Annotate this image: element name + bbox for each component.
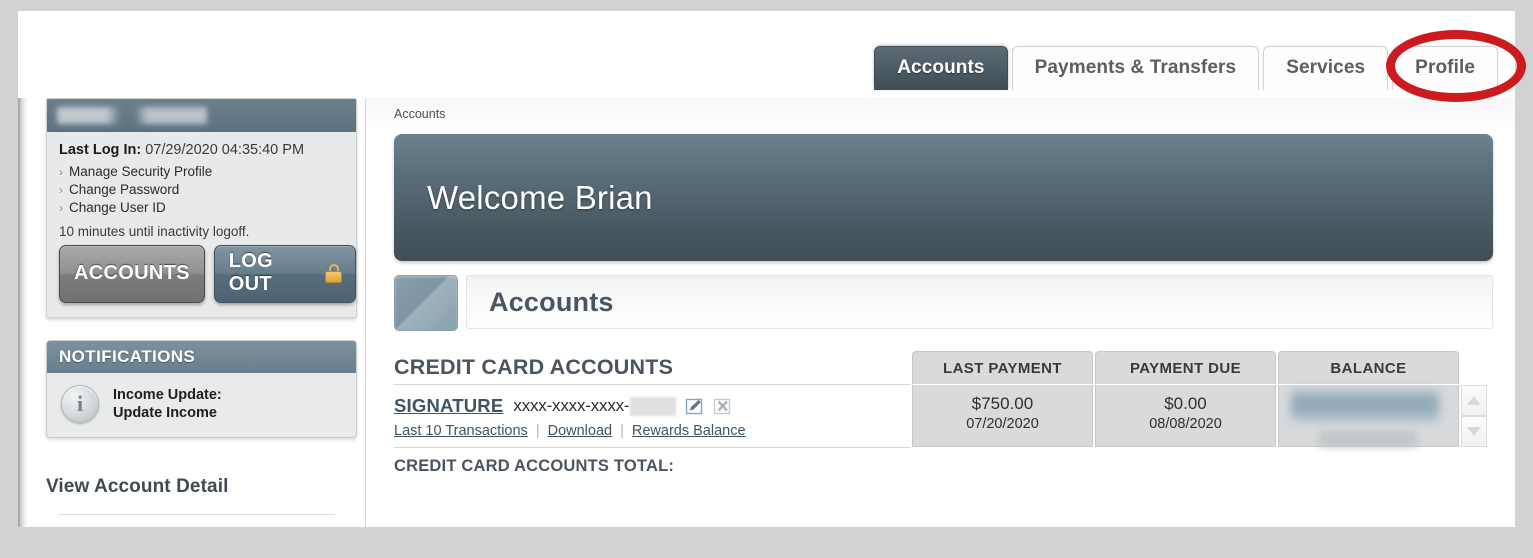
tab-accounts[interactable]: Accounts [874,46,1008,90]
bank-logo-redacted [57,107,207,124]
profile-banner [47,99,356,132]
section-label-credit-card-accounts: CREDIT CARD ACCOUNTS [394,355,674,379]
delete-icon[interactable] [713,397,732,416]
column-header-payment-due: PAYMENT DUE [1095,351,1276,384]
link-download[interactable]: Download [548,423,613,439]
security-links: › Manage Security Profile › Change Passw… [47,161,356,217]
session-button-row: ACCOUNTS LOG OUT [47,245,356,307]
page-title-container: Accounts [466,275,1493,329]
column-header-balance: BALANCE [1278,351,1459,384]
sidebar-link-manage-security-profile[interactable]: › Manage Security Profile [59,163,356,181]
account-name-link[interactable]: SIGNATURE [394,395,503,417]
tab-profile-label: Profile [1415,57,1475,78]
sidebar-link-change-user-id[interactable]: › Change User ID [59,199,356,217]
page-content: Last Log In: 07/29/2020 04:35:40 PM › Ma… [18,98,1515,527]
account-identity-line: SIGNATURE xxxx-xxxx-xxxx- [394,395,910,417]
sidebar-link-label: Change User ID [69,200,166,215]
edit-icon[interactable] [685,397,704,416]
account-action-links: Last 10 Transactions | Download | Reward… [394,423,910,439]
accounts-section-icon [394,275,458,331]
notification-item[interactable]: i Income Update: Update Income [47,373,356,437]
cell-last-payment: $750.00 07/20/2020 [912,385,1093,447]
breadcrumb[interactable]: Accounts [394,107,445,121]
column-header-last-payment: LAST PAYMENT [912,351,1093,384]
sidebar-link-change-password[interactable]: › Change Password [59,181,356,199]
notification-text: Income Update: Update Income [113,386,222,422]
profile-panel: Last Log In: 07/29/2020 04:35:40 PM › Ma… [46,98,357,318]
page-canvas: Accounts Payments & Transfers Services P… [18,11,1515,527]
tab-services-label: Services [1286,57,1366,78]
stepper-down-icon[interactable] [1461,416,1487,447]
inactivity-timer-text: 10 minutes until inactivity logoff. [59,224,250,239]
stepper-up-icon[interactable] [1461,385,1487,416]
table-header-row: CREDIT CARD ACCOUNTS LAST PAYMENT PAYMEN… [394,351,1515,384]
breadcrumb-bar: Accounts [366,98,1515,130]
last-login-row: Last Log In: 07/29/2020 04:35:40 PM [47,132,356,161]
chevron-right-icon: › [59,183,63,197]
link-rewards-balance[interactable]: Rewards Balance [632,423,746,439]
info-glyph: i [76,391,84,416]
chevron-right-icon: › [59,201,63,215]
credit-card-accounts-table: CREDIT CARD ACCOUNTS LAST PAYMENT PAYMEN… [394,351,1515,476]
last-payment-amount: $750.00 [971,394,1034,413]
left-sidebar: Last Log In: 07/29/2020 04:35:40 PM › Ma… [18,98,366,527]
notification-action[interactable]: Update Income [113,404,222,422]
last-login-label: Last Log In: [59,142,142,158]
sidebar-link-label: Change Password [69,182,180,197]
last-payment-date: 07/20/2020 [966,416,1039,432]
balance-total-redacted [1319,431,1417,447]
table-row: SIGNATURE xxxx-xxxx-xxxx- Last 10 Transa… [394,385,1515,447]
primary-tab-bar: Accounts Payments & Transfers Services P… [18,46,1515,112]
link-separator: | [620,423,624,439]
account-last4-redacted [630,396,677,416]
sidebar-link-label: Manage Security Profile [69,164,213,179]
main-panel: Accounts Welcome Brian Accounts CREDIT C… [366,98,1515,527]
logout-button-label: LOG OUT [228,250,273,295]
logout-button[interactable]: LOG OUT [213,245,356,303]
payment-due-date: 08/08/2020 [1149,416,1222,432]
tab-accounts-label: Accounts [897,57,985,78]
chevron-right-icon: › [59,165,63,179]
tab-services[interactable]: Services [1263,46,1389,90]
tab-strip: Accounts Payments & Transfers Services P… [870,46,1498,90]
balance-stepper[interactable] [1461,385,1487,447]
welcome-message: Welcome Brian [427,178,653,216]
sidebar-divider [58,514,335,515]
screenshot-root: Accounts Payments & Transfers Services P… [0,0,1533,558]
link-separator: | [535,423,540,439]
tab-payments-transfers-label: Payments & Transfers [1034,57,1237,78]
notification-title: Income Update: [113,387,222,403]
account-cell: SIGNATURE xxxx-xxxx-xxxx- Last 10 Transa… [394,385,910,447]
payment-due-amount: $0.00 [1164,394,1207,413]
accounts-button[interactable]: ACCOUNTS [59,245,205,303]
sidebar-edge-shadow [18,98,28,527]
credit-card-accounts-total-label: CREDIT CARD ACCOUNTS TOTAL: [394,457,675,475]
cell-balance [1278,385,1459,447]
welcome-banner: Welcome Brian [394,134,1493,261]
cell-payment-due: $0.00 08/08/2020 [1095,385,1276,447]
notifications-header: NOTIFICATIONS [47,341,356,373]
info-icon: i [61,385,99,423]
tab-profile[interactable]: Profile [1392,46,1498,90]
account-number-mask: xxxx-xxxx-xxxx- [513,396,630,415]
link-last-10-transactions[interactable]: Last 10 Transactions [394,423,528,439]
last-login-value: 07/29/2020 04:35:40 PM [145,142,305,158]
notifications-panel: NOTIFICATIONS i Income Update: Update In… [46,340,357,438]
page-title-bar: Accounts [394,275,1493,331]
lock-icon [325,263,343,283]
view-account-detail-link[interactable]: View Account Detail [46,476,365,498]
tab-payments-transfers[interactable]: Payments & Transfers [1011,46,1260,90]
page-title: Accounts [489,286,614,317]
accounts-button-label: ACCOUNTS [74,261,190,284]
balance-amount-redacted [1291,391,1439,423]
